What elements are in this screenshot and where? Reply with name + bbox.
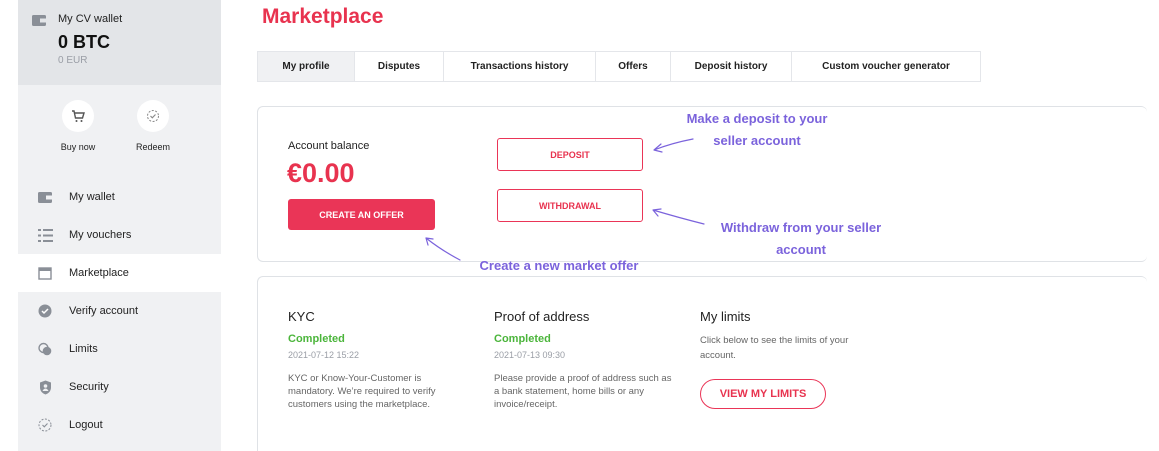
wallet-title: My CV wallet bbox=[58, 13, 123, 25]
wallet-card: My CV wallet 0 BTC 0 EUR bbox=[18, 0, 221, 85]
shield-icon bbox=[37, 379, 53, 395]
sidebar-item-verify-account[interactable]: Verify account bbox=[18, 292, 221, 330]
create-offer-annotation: Create a new market offer bbox=[479, 258, 639, 273]
sidebar-item-label: Security bbox=[69, 381, 109, 393]
sidebar-item-limits[interactable]: Limits bbox=[18, 330, 221, 368]
sidebar: My CV wallet 0 BTC 0 EUR Buy now Redeem … bbox=[18, 0, 221, 451]
verification-card bbox=[257, 276, 1147, 451]
tab-my-profile[interactable]: My profile bbox=[258, 52, 355, 81]
withdraw-annotation: Withdraw from your seller account bbox=[702, 217, 900, 261]
annotation-line: account bbox=[776, 242, 826, 257]
wallet-eur-balance: 0 EUR bbox=[58, 55, 88, 66]
sidebar-item-label: Limits bbox=[69, 343, 98, 355]
tab-deposit-history[interactable]: Deposit history bbox=[671, 52, 792, 81]
sidebar-item-logout[interactable]: Logout bbox=[18, 406, 221, 444]
wallet-btc-balance: 0 BTC bbox=[58, 32, 111, 52]
tab-disputes[interactable]: Disputes bbox=[355, 52, 444, 81]
address-description: Please provide a proof of address such a… bbox=[494, 373, 672, 410]
cart-icon bbox=[62, 100, 94, 132]
withdrawal-button[interactable]: WITHDRAWAL bbox=[497, 189, 643, 222]
wallet-icon bbox=[37, 189, 53, 205]
kyc-status: Completed bbox=[288, 333, 345, 345]
address-status: Completed bbox=[494, 333, 551, 345]
annotation-line: seller account bbox=[713, 133, 801, 148]
create-offer-button[interactable]: CREATE AN OFFER bbox=[288, 199, 435, 230]
verified-badge-icon bbox=[37, 303, 53, 319]
sidebar-item-label: Verify account bbox=[69, 305, 139, 317]
limits-title: My limits bbox=[700, 309, 751, 324]
deposit-button[interactable]: DEPOSIT bbox=[497, 138, 643, 171]
balance-label: Account balance bbox=[288, 140, 370, 152]
tab-transactions-history[interactable]: Transactions history bbox=[444, 52, 596, 81]
sidebar-item-my-wallet[interactable]: My wallet bbox=[18, 178, 221, 216]
tab-custom-voucher-generator[interactable]: Custom voucher generator bbox=[792, 52, 980, 81]
page-title: Marketplace bbox=[262, 5, 384, 28]
address-date: 2021-07-13 09:30 bbox=[494, 350, 566, 360]
address-title: Proof of address bbox=[494, 309, 590, 324]
kyc-title: KYC bbox=[288, 309, 315, 324]
redeem-button[interactable]: Redeem bbox=[128, 100, 178, 152]
balance-value: €0.00 bbox=[287, 158, 355, 188]
sidebar-item-label: Marketplace bbox=[69, 267, 129, 279]
store-icon bbox=[37, 265, 53, 281]
sidebar-item-my-vouchers[interactable]: My vouchers bbox=[18, 216, 221, 254]
annotation-line: Make a deposit to your bbox=[686, 111, 828, 126]
annotation-line: Withdraw from your seller bbox=[720, 220, 882, 235]
sidebar-item-marketplace[interactable]: Marketplace bbox=[18, 254, 221, 292]
logout-icon bbox=[37, 417, 53, 433]
limits-description: Click below to see the limits of your ac… bbox=[700, 335, 849, 361]
view-limits-button[interactable]: VIEW MY LIMITS bbox=[700, 379, 826, 409]
tab-offers[interactable]: Offers bbox=[596, 52, 671, 81]
kyc-description: KYC or Know-Your-Customer is mandatory. … bbox=[288, 373, 436, 410]
list-icon bbox=[37, 227, 53, 243]
redeem-label: Redeem bbox=[135, 142, 171, 152]
sidebar-item-label: My wallet bbox=[69, 191, 115, 203]
buy-now-button[interactable]: Buy now bbox=[53, 100, 103, 152]
tab-bar: My profile Disputes Transactions history… bbox=[257, 51, 981, 82]
buy-now-label: Buy now bbox=[60, 142, 96, 152]
sidebar-item-security[interactable]: Security bbox=[18, 368, 221, 406]
sidebar-item-label: Logout bbox=[69, 419, 103, 431]
deposit-annotation: Make a deposit to your seller account bbox=[662, 108, 852, 152]
redeem-icon bbox=[137, 100, 169, 132]
sidebar-item-label: My vouchers bbox=[69, 229, 132, 241]
coins-icon bbox=[37, 341, 53, 357]
wallet-icon bbox=[32, 13, 46, 26]
kyc-date: 2021-07-12 15:22 bbox=[288, 350, 360, 360]
